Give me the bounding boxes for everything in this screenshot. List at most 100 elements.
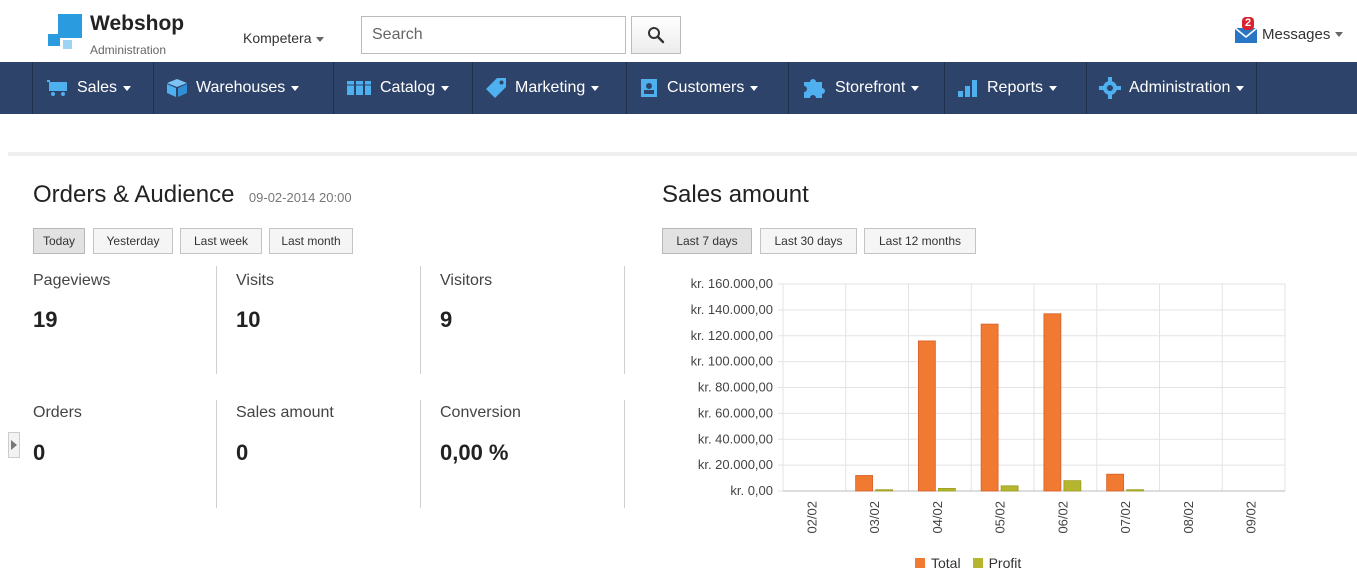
chevron-down-icon — [750, 85, 759, 91]
range-last-month-button[interactable]: Last month — [269, 228, 353, 254]
nav-item-label: Sales — [77, 79, 118, 96]
nav-item-label: Warehouses — [196, 79, 286, 96]
bar-profit — [1000, 485, 1019, 492]
bar-total — [1043, 313, 1062, 492]
x-tick-label: 02/02 — [804, 501, 819, 534]
envelope-icon: 2 — [1234, 17, 1258, 44]
x-tick-label: 08/02 — [1181, 501, 1196, 534]
bar-profit — [937, 488, 956, 492]
x-tick-label: 06/02 — [1055, 501, 1070, 534]
bar-total — [1106, 473, 1125, 492]
y-tick-label: kr. 0,00 — [730, 483, 773, 498]
sidebar-toggle-button[interactable] — [8, 432, 20, 458]
content-divider — [8, 152, 1357, 156]
search-input[interactable] — [361, 16, 626, 54]
chevron-down-icon — [441, 85, 450, 91]
legend-label-total: Total — [931, 555, 961, 571]
nav-item-catalog[interactable]: Catalog — [333, 62, 461, 114]
orders-audience-timestamp: 09-02-2014 20:00 — [248, 190, 352, 205]
store-selector-dropdown[interactable]: Kompetera — [243, 30, 325, 46]
sales-amount-chart: kr. 0,00 kr. 20.000,00 kr. 40.000,00 kr. 60… — [691, 276, 1286, 534]
webshop-logo-icon — [46, 12, 86, 52]
chevron-right-icon — [11, 440, 17, 450]
orders-audience-title: Orders & Audience — [33, 181, 235, 208]
chevron-down-icon — [316, 36, 325, 42]
chevron-down-icon — [291, 85, 300, 91]
bar-profit — [1063, 480, 1082, 492]
nav-item-administration[interactable]: Administration — [1086, 62, 1258, 114]
y-tick-label: kr. 140.000,00 — [691, 302, 773, 317]
catalog-icon — [346, 79, 372, 97]
visits-value: 10 — [236, 307, 261, 332]
orders-value: 0 — [33, 440, 46, 465]
messages-label: Messages — [1262, 25, 1331, 43]
x-tick-label: 05/02 — [993, 501, 1008, 534]
visitors-label: Visitors — [440, 272, 493, 289]
stat-divider — [624, 266, 625, 374]
messages-count-badge: 2 — [1242, 17, 1255, 30]
chart-legend: Total Profit — [915, 555, 1021, 571]
stat-divider — [216, 400, 217, 508]
stat-divider — [216, 266, 217, 374]
legend-swatch-profit — [972, 558, 983, 568]
chevron-down-icon — [1049, 85, 1058, 91]
range-last-week-button[interactable]: Last week — [180, 228, 262, 254]
nav-item-customers[interactable]: Customers — [626, 62, 770, 114]
contacts-icon — [639, 78, 659, 98]
nav-item-label: Administration — [1129, 79, 1231, 96]
brand-subtitle: Administration — [90, 43, 167, 57]
conversion-value: 0,00 % — [440, 440, 509, 465]
bar-total — [980, 323, 999, 492]
nav-item-label: Reports — [987, 79, 1044, 96]
y-tick-label: kr. 120.000,00 — [691, 328, 773, 343]
nav-item-reports[interactable]: Reports — [944, 62, 1069, 114]
bar-chart-icon — [957, 78, 979, 98]
nav-item-marketing[interactable]: Marketing — [472, 62, 611, 114]
orders-label: Orders — [33, 404, 82, 421]
y-tick-label: kr. 60.000,00 — [698, 405, 773, 420]
puzzle-icon — [801, 77, 827, 99]
nav-item-label: Catalog — [380, 79, 436, 96]
sales-amount-value: 0 — [236, 440, 249, 465]
chevron-down-icon — [1236, 85, 1245, 91]
y-tick-label: kr. 20.000,00 — [698, 457, 773, 472]
messages-menu[interactable]: 2 Messages — [1234, 17, 1344, 44]
tag-icon — [485, 77, 507, 99]
brand-title: Webshop — [90, 12, 185, 35]
chevron-down-icon — [1335, 31, 1344, 37]
chevron-down-icon — [123, 85, 132, 91]
bar-profit — [1126, 489, 1145, 492]
cart-icon — [45, 79, 69, 97]
range-yesterday-button[interactable]: Yesterday — [93, 228, 173, 254]
bar-total — [917, 340, 936, 492]
orders-audience-header: Orders & Audience 09-02-2014 20:00 — [33, 181, 352, 209]
legend-label-profit: Profit — [988, 555, 1022, 571]
x-tick-label: 09/02 — [1244, 501, 1259, 534]
range-today-button[interactable]: Today — [33, 228, 85, 254]
range-last-12-months-button[interactable]: Last 12 months — [864, 228, 976, 254]
nav-item-label: Marketing — [515, 79, 586, 96]
x-tick-label: 04/02 — [930, 501, 945, 534]
search-icon — [648, 27, 665, 44]
bar-profit — [875, 489, 894, 492]
stat-divider — [420, 400, 421, 508]
nav-item-label: Storefront — [835, 79, 906, 96]
stat-divider — [420, 266, 421, 374]
search-button[interactable] — [631, 16, 681, 54]
nav-item-warehouses[interactable]: Warehouses — [153, 62, 311, 114]
gear-icon — [1099, 77, 1121, 99]
y-tick-label: kr. 160.000,00 — [691, 276, 773, 291]
main-navbar: Sales Warehouses Catalog Marketing Custo… — [0, 62, 1357, 114]
y-tick-label: kr. 100.000,00 — [691, 354, 773, 369]
range-last-7-days-button[interactable]: Last 7 days — [662, 228, 752, 254]
nav-item-sales[interactable]: Sales — [32, 62, 143, 114]
nav-item-storefront[interactable]: Storefront — [788, 62, 931, 114]
pageviews-label: Pageviews — [33, 272, 111, 289]
chevron-down-icon — [911, 85, 920, 91]
y-tick-label: kr. 80.000,00 — [698, 380, 773, 395]
range-last-30-days-button[interactable]: Last 30 days — [760, 228, 857, 254]
sales-amount-title: Sales amount — [662, 181, 809, 208]
visitors-value: 9 — [440, 307, 453, 332]
stat-divider — [624, 400, 625, 508]
store-selector-label: Kompetera — [243, 30, 312, 46]
